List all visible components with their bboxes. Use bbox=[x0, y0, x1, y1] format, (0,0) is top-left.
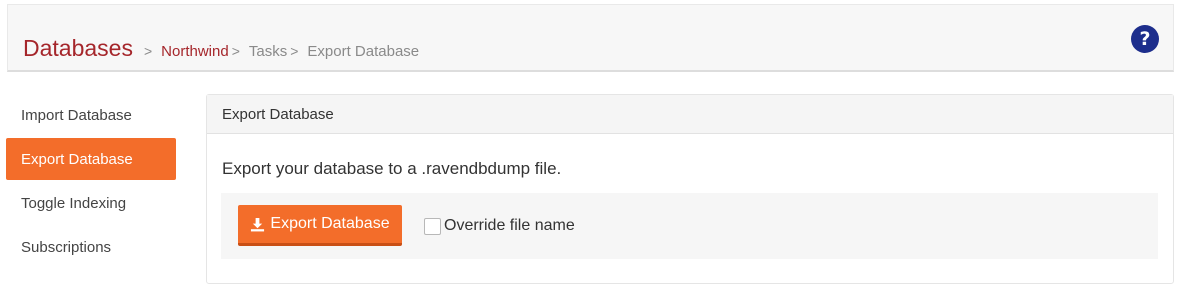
override-file-name-option[interactable]: Override file name bbox=[424, 217, 575, 235]
export-database-button[interactable]: Export Database bbox=[238, 205, 402, 246]
export-button-label: Export Database bbox=[270, 215, 390, 232]
override-file-name-label[interactable]: Override file name bbox=[444, 217, 575, 235]
export-actions: Export Database Override file name bbox=[221, 193, 1158, 259]
sidebar-item-export-database[interactable]: Export Database bbox=[6, 138, 176, 180]
breadcrumb-databases-link[interactable]: Databases bbox=[23, 35, 133, 62]
breadcrumb-tasks: Tasks bbox=[248, 43, 288, 60]
sidebar-item-subscriptions[interactable]: Subscriptions bbox=[6, 226, 176, 268]
download-icon bbox=[251, 217, 265, 231]
override-file-name-checkbox[interactable] bbox=[424, 217, 441, 235]
breadcrumb-current: Export Database bbox=[307, 43, 420, 60]
sidebar-item-toggle-indexing[interactable]: Toggle Indexing bbox=[6, 182, 176, 224]
question-circle-icon[interactable]: ? bbox=[1131, 25, 1159, 53]
page-header: Databases > Northwind > Tasks > Export D… bbox=[7, 4, 1174, 72]
export-panel: Export Database Export your database to … bbox=[206, 94, 1174, 284]
breadcrumb-separator: > bbox=[231, 43, 240, 59]
export-description: Export your database to a .ravendbdump f… bbox=[222, 159, 562, 178]
tasks-sidebar: Import Database Export Database Toggle I… bbox=[6, 94, 176, 270]
breadcrumb-separator: > bbox=[290, 43, 299, 59]
panel-title: Export Database bbox=[207, 95, 1173, 134]
breadcrumb-northwind-link[interactable]: Northwind bbox=[161, 43, 229, 60]
breadcrumb-separator: > bbox=[143, 43, 153, 59]
sidebar-item-import-database[interactable]: Import Database bbox=[6, 94, 176, 136]
breadcrumb: Databases > Northwind > Tasks > Export D… bbox=[23, 35, 419, 62]
